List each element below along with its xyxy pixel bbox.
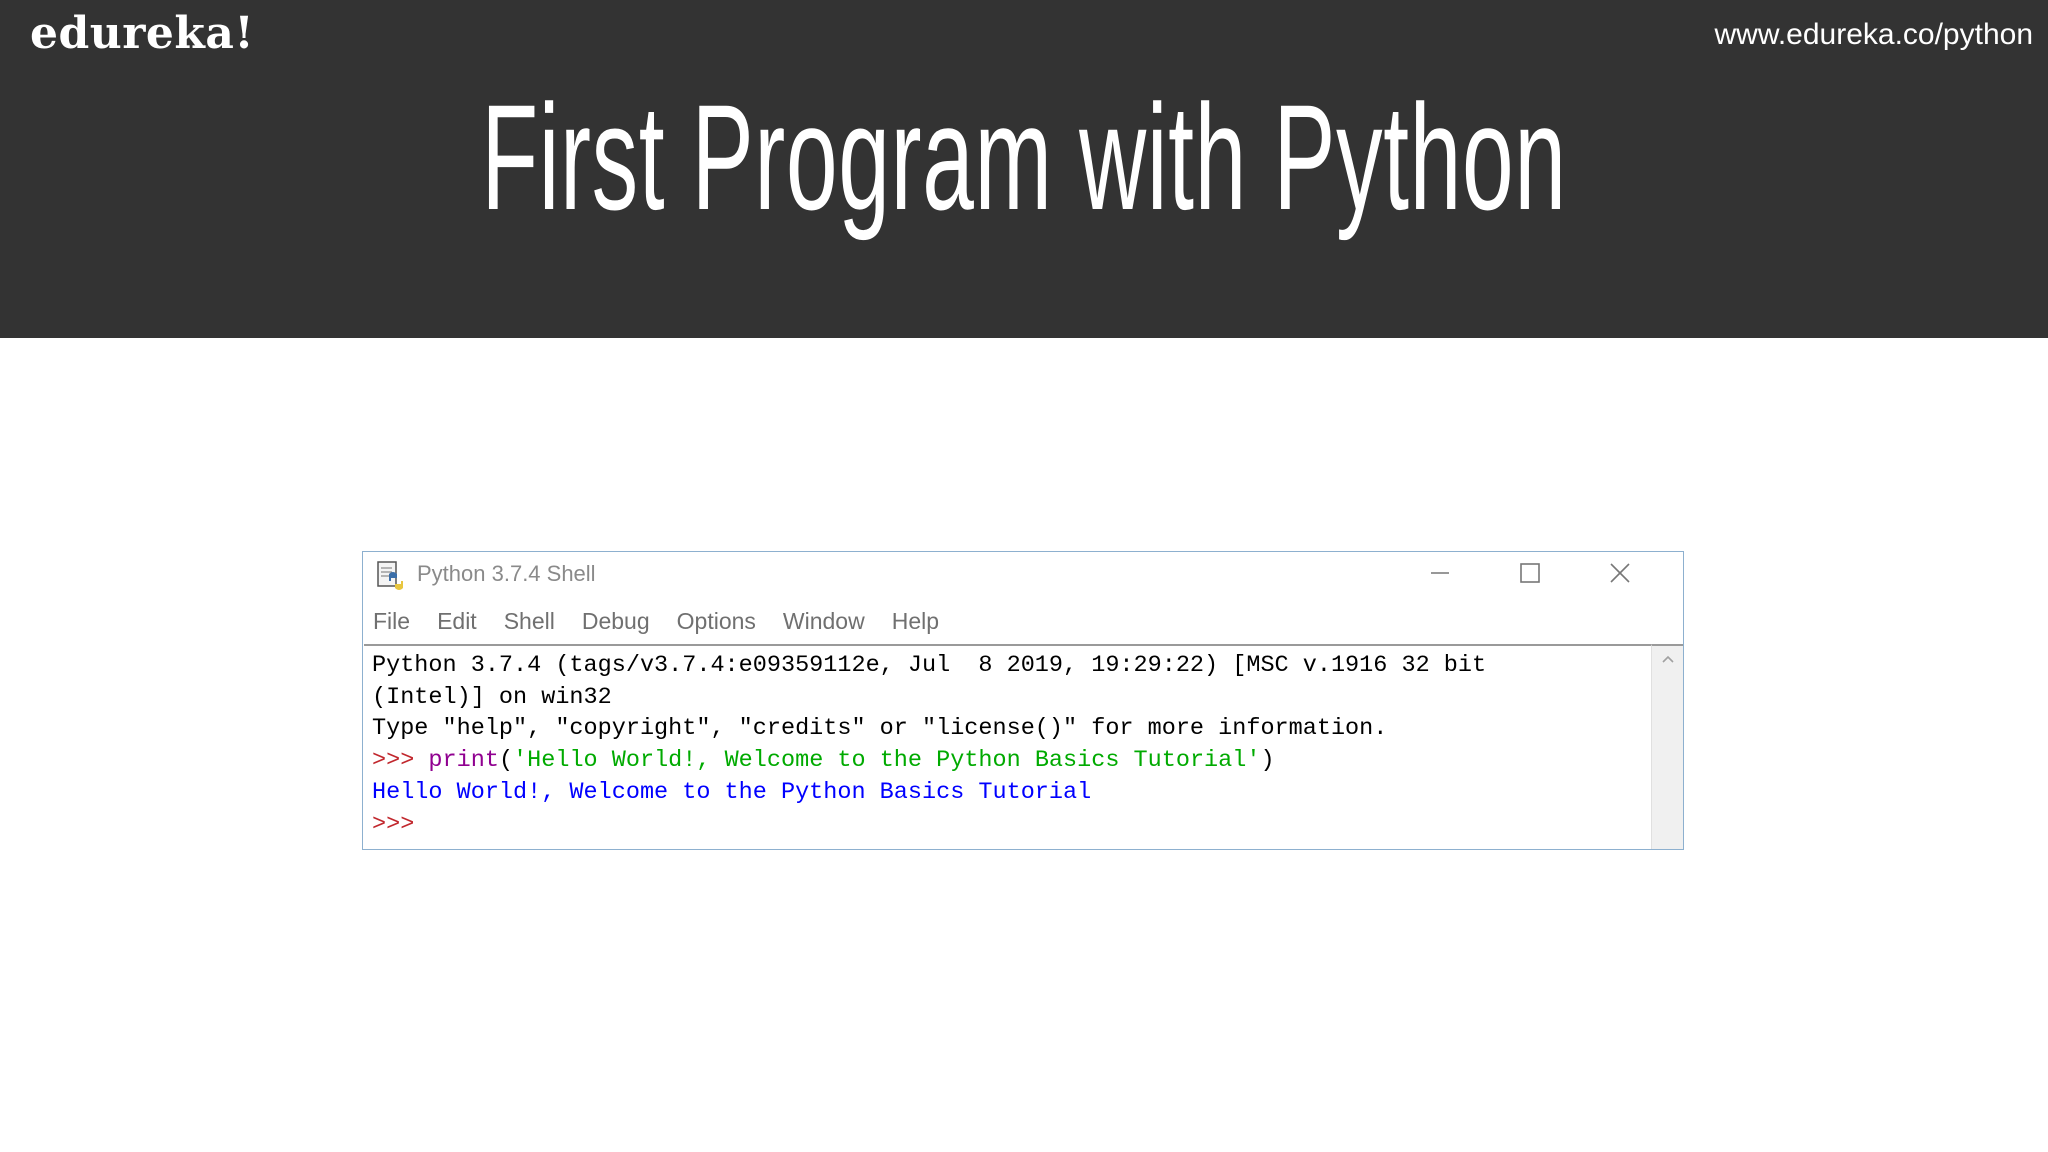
vertical-scrollbar[interactable] [1651, 644, 1683, 849]
maximize-icon [1520, 563, 1540, 583]
print-builtin: print [428, 747, 499, 775]
menu-help[interactable]: Help [892, 606, 939, 636]
menu-edit[interactable]: Edit [437, 606, 477, 636]
maximize-button[interactable] [1507, 558, 1553, 588]
close-paren: ) [1260, 747, 1275, 775]
python-idle-icon [377, 561, 403, 590]
close-icon [1610, 563, 1630, 583]
banner-line-3: Type "help", "copyright", "credits" or "… [372, 715, 1388, 743]
minimize-button[interactable] [1799, 558, 1845, 588]
slide-title: First Program with Python [481, 73, 1567, 241]
banner-line-1: Python 3.7.4 (tags/v3.7.4:e09359112e, Ju… [372, 652, 1487, 679]
final-prompt: >>> [372, 810, 415, 838]
menu-file[interactable]: File [373, 606, 410, 636]
scroll-up-arrow-icon[interactable] [1661, 654, 1675, 664]
menu-window[interactable]: Window [783, 606, 865, 636]
banner-line-2: (Intel)] on win32 [372, 683, 612, 711]
menu-options[interactable]: Options [677, 606, 756, 636]
minimize-icon [1431, 572, 1449, 574]
minimize-button-glyph[interactable] [1417, 558, 1463, 588]
string-literal: 'Hello World!, Welcome to the Python Bas… [513, 747, 1261, 775]
shell-prompt: >>> [372, 747, 429, 775]
window-title: Python 3.7.4 Shell [417, 561, 596, 586]
menu-debug[interactable]: Debug [582, 606, 650, 636]
menu-shell[interactable]: Shell [504, 606, 555, 636]
menu-bar: File Edit Shell Debug Options Window Hel… [363, 606, 966, 636]
window-titlebar: Python 3.7.4 Shell [363, 552, 1683, 596]
shell-text-area[interactable]: Python 3.7.4 (tags/v3.7.4:e09359112e, Ju… [364, 644, 1651, 849]
output-line: Hello World!, Welcome to the Python Basi… [372, 778, 1092, 806]
slide-header: edureka! www.edureka.co/python First Pro… [0, 0, 2048, 338]
idle-shell-window: Python 3.7.4 Shell File Edit Shell Debug… [362, 551, 1684, 850]
open-paren: ( [498, 747, 514, 775]
command-line: >>> print('Hello World!, Welcome to the … [372, 745, 1651, 777]
site-url: www.edureka.co/python [1714, 18, 2033, 51]
close-button[interactable] [1597, 558, 1643, 588]
edureka-logo: edureka! [30, 8, 255, 59]
